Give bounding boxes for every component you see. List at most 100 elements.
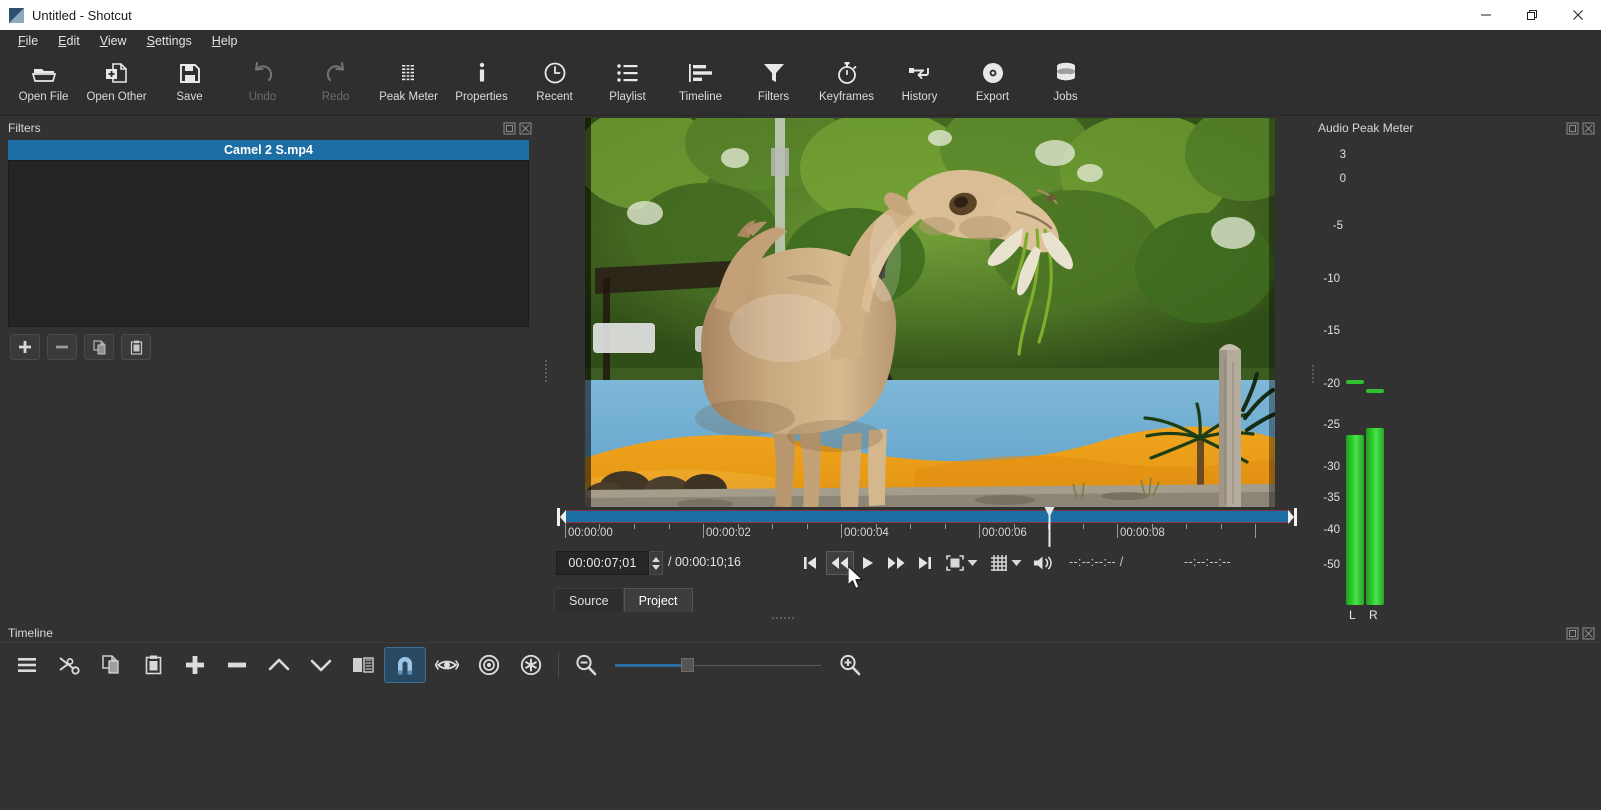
- volume-button[interactable]: [1029, 551, 1057, 575]
- skip-previous-button[interactable]: [796, 551, 824, 575]
- ruler-tick-minor: [807, 524, 808, 529]
- ruler-tick-minor: [1083, 524, 1084, 529]
- timeline-zoom-slider[interactable]: [615, 655, 821, 675]
- fast-forward-icon: [887, 556, 905, 570]
- tab-project[interactable]: Project: [624, 588, 693, 612]
- toolbar-jobs-button[interactable]: Jobs: [1029, 52, 1102, 112]
- float-panel-icon[interactable]: [1566, 122, 1579, 135]
- split-button[interactable]: [342, 647, 384, 683]
- scrub-while-dragging-button[interactable]: [426, 647, 468, 683]
- ruler-tick-minor: [634, 524, 635, 529]
- toolbar-save-button[interactable]: Save: [153, 52, 226, 112]
- stepper-up-arrow-icon[interactable]: [652, 557, 660, 562]
- lift-button[interactable]: [258, 647, 300, 683]
- remove-filter-button[interactable]: [47, 334, 77, 360]
- zoom-out-button[interactable]: [565, 647, 607, 683]
- menu-edit[interactable]: Edit: [48, 32, 90, 50]
- paste-button[interactable]: [132, 647, 174, 683]
- toolbar-timeline-button[interactable]: Timeline: [664, 52, 737, 112]
- clock-icon: [543, 58, 567, 88]
- toolbar-redo-button[interactable]: Redo: [299, 52, 372, 112]
- scrub-track[interactable]: [565, 510, 1291, 523]
- close-panel-icon[interactable]: [1582, 122, 1595, 135]
- player-time-ruler[interactable]: 00:00:00 00:00:02 00:00:04 00:00:06 00:0…: [557, 524, 1297, 546]
- play-button[interactable]: [854, 551, 882, 575]
- toolbar-open-other-button[interactable]: Open Other: [80, 52, 153, 112]
- float-panel-icon[interactable]: [1566, 627, 1579, 640]
- current-timecode-field[interactable]: 00:00:07;01: [556, 551, 649, 575]
- close-panel-icon[interactable]: [1582, 627, 1595, 640]
- snap-button[interactable]: [384, 647, 426, 683]
- toolbar-redo-label: Redo: [322, 91, 350, 103]
- overwrite-button[interactable]: [300, 647, 342, 683]
- minimize-button[interactable]: [1463, 0, 1509, 30]
- menu-settings[interactable]: Settings: [137, 32, 202, 50]
- add-filter-button[interactable]: [10, 334, 40, 360]
- append-button[interactable]: [174, 647, 216, 683]
- panel-splitter-vertical[interactable]: [543, 360, 549, 382]
- filters-action-buttons: [10, 334, 151, 360]
- copy-filters-button[interactable]: [84, 334, 114, 360]
- float-panel-icon[interactable]: [503, 122, 516, 135]
- tab-source[interactable]: Source: [554, 588, 624, 612]
- menu-help-label: elp: [221, 34, 238, 48]
- toolbar-keyframes-button[interactable]: Keyframes: [810, 52, 883, 112]
- toolbar-playlist-button[interactable]: Playlist: [591, 52, 664, 112]
- meter-scale-m10: -10: [1314, 273, 1340, 285]
- meter-scale-3: 3: [1320, 149, 1346, 161]
- toolbar-peak-meter-button[interactable]: Peak Meter: [372, 52, 445, 112]
- toolbar-properties-button[interactable]: Properties: [445, 52, 518, 112]
- ruler-tick-minor: [910, 524, 911, 529]
- toolbar-filters-button[interactable]: Filters: [737, 52, 810, 112]
- skip-next-button[interactable]: [911, 551, 939, 575]
- paste-icon: [144, 655, 163, 675]
- ruler-tick-minor: [738, 524, 739, 529]
- open-other-icon: [104, 58, 130, 88]
- filters-list[interactable]: [8, 160, 529, 327]
- magnet-icon: [394, 654, 416, 676]
- peak-meter-splitter[interactable]: [1310, 365, 1316, 383]
- toolbar-history-button[interactable]: History: [883, 52, 956, 112]
- ruler-tick-minor: [1152, 524, 1153, 529]
- ripple-button[interactable]: [468, 647, 510, 683]
- close-button[interactable]: [1555, 0, 1601, 30]
- toolbar-peak-meter-label: Peak Meter: [379, 91, 438, 103]
- close-panel-icon[interactable]: [519, 122, 532, 135]
- video-frame-image: [585, 118, 1275, 507]
- menu-file-label: ile: [26, 34, 39, 48]
- filters-panel-title: Filters: [8, 121, 41, 135]
- video-preview[interactable]: [585, 118, 1275, 507]
- ruler-tick-minor: [945, 524, 946, 529]
- zoom-slider-handle[interactable]: [681, 658, 694, 672]
- copy-button[interactable]: [90, 647, 132, 683]
- toolbar-open-file-button[interactable]: Open File: [7, 52, 80, 112]
- stepper-down-arrow-icon[interactable]: [652, 565, 660, 570]
- rewind-button[interactable]: [826, 551, 854, 575]
- menu-file[interactable]: File: [8, 32, 48, 50]
- fast-forward-button[interactable]: [882, 551, 910, 575]
- toolbar-open-other-label: Open Other: [86, 91, 146, 103]
- toolbar-playlist-label: Playlist: [609, 91, 645, 103]
- zoom-in-button[interactable]: [829, 647, 871, 683]
- cut-button[interactable]: [48, 647, 90, 683]
- timeline-menu-button[interactable]: [6, 647, 48, 683]
- menu-help[interactable]: Help: [202, 32, 248, 50]
- timecode-stepper[interactable]: [649, 551, 663, 575]
- toolbar-export-button[interactable]: Export: [956, 52, 1029, 112]
- grid-icon: [990, 554, 1008, 572]
- ruler-tick-major: [1117, 524, 1118, 538]
- undo-arrow-icon: [251, 58, 275, 88]
- grid-dropdown-button[interactable]: [1007, 551, 1025, 575]
- ruler-label-4: 00:00:08: [1120, 527, 1165, 539]
- paste-filters-button[interactable]: [121, 334, 151, 360]
- maximize-restore-button[interactable]: [1509, 0, 1555, 30]
- ripple-all-tracks-button[interactable]: [510, 647, 552, 683]
- export-disc-icon: [981, 58, 1005, 88]
- toolbar-undo-button[interactable]: Undo: [226, 52, 299, 112]
- ripple-delete-button[interactable]: [216, 647, 258, 683]
- toolbar-recent-button[interactable]: Recent: [518, 52, 591, 112]
- open-folder-icon: [31, 58, 57, 88]
- main-toolbar: Open File Open Other: [0, 52, 1601, 116]
- zoom-dropdown-button[interactable]: [963, 551, 981, 575]
- menu-view[interactable]: View: [90, 32, 137, 50]
